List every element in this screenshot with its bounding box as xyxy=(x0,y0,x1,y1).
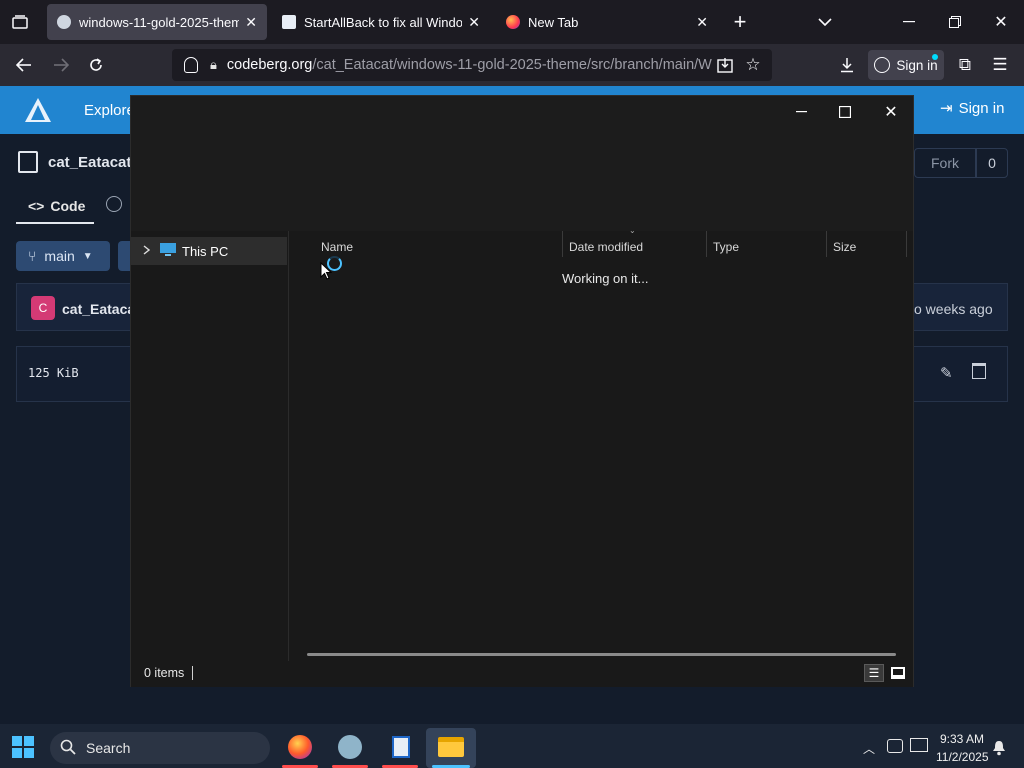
details-view-icon[interactable]: ☰ xyxy=(864,664,884,682)
explore-link[interactable]: Explore xyxy=(84,102,135,119)
browser-tab-bar: windows-11-gold-2025-theme/ ✕ StartAllBa… xyxy=(0,0,1024,44)
close-tab-icon[interactable]: ✕ xyxy=(696,14,708,31)
close-tab-icon[interactable]: ✕ xyxy=(468,14,480,31)
back-arrow-icon[interactable] xyxy=(9,50,39,80)
column-header-type[interactable]: Type xyxy=(713,236,739,258)
firefox-taskbar-icon[interactable] xyxy=(288,735,312,759)
column-header-name[interactable]: Name xyxy=(321,236,353,258)
clock-time[interactable]: 9:33 AM xyxy=(936,732,984,746)
list-all-tabs-chevron-icon[interactable] xyxy=(802,0,848,44)
branch-selector[interactable]: ⑂ main ▼ xyxy=(16,241,110,271)
column-divider[interactable] xyxy=(906,231,907,257)
tab-code[interactable]: <> Code xyxy=(16,190,94,224)
dialog-close-icon[interactable]: ✕ xyxy=(879,100,903,124)
taskbar-search-box[interactable]: Search xyxy=(50,732,270,764)
notification-dot-icon xyxy=(932,54,938,60)
close-window-icon[interactable]: ✕ xyxy=(978,0,1024,44)
tracking-shield-icon[interactable] xyxy=(184,57,198,73)
restore-window-icon[interactable] xyxy=(932,0,978,44)
repo-icon xyxy=(18,151,38,173)
computer-icon xyxy=(160,242,176,260)
close-tab-icon[interactable]: ✕ xyxy=(245,14,257,31)
column-divider[interactable] xyxy=(826,231,827,257)
code-icon: <> xyxy=(28,198,45,214)
start-windows-icon[interactable] xyxy=(12,736,34,758)
install-page-icon[interactable] xyxy=(710,50,740,80)
tab-list-icon[interactable] xyxy=(5,7,35,37)
repo-owner-link[interactable]: cat_Eatacat xyxy=(48,154,131,171)
dialog-title-area: ✕ xyxy=(131,96,913,231)
delete-trash-icon[interactable] xyxy=(972,363,986,379)
horizontal-scrollbar[interactable] xyxy=(307,653,896,656)
reload-icon[interactable] xyxy=(81,50,111,80)
edit-pencil-icon[interactable]: ✎ xyxy=(940,364,953,382)
avatar[interactable]: C xyxy=(31,296,55,320)
file-explorer-dialog: ✕ This PC Name Date modified ⌄ Type Size… xyxy=(130,95,914,687)
show-hidden-icons-chevron-icon[interactable]: ︿ xyxy=(863,740,875,757)
branch-icon: ⑂ xyxy=(28,248,37,264)
dropdown-caret-icon: ▼ xyxy=(82,250,93,262)
minimize-window-icon[interactable] xyxy=(886,0,932,44)
network-icon[interactable] xyxy=(887,739,903,753)
status-message: Working on it... xyxy=(562,271,649,286)
display-icon[interactable] xyxy=(910,738,928,752)
column-divider[interactable] xyxy=(706,231,707,257)
tab-startallback[interactable]: StartAllBack to fix all Windows ✕ xyxy=(272,4,490,40)
search-icon xyxy=(60,739,76,758)
account-icon xyxy=(874,57,891,73)
paint-palette-taskbar-icon[interactable] xyxy=(338,735,362,759)
column-header-date-modified[interactable]: Date modified xyxy=(569,236,643,258)
tab-new-tab[interactable]: New Tab ✕ xyxy=(496,4,718,40)
status-divider xyxy=(192,666,193,680)
account-sign-in-button[interactable]: Sign in xyxy=(868,50,944,80)
clock-date[interactable]: 11/2/2025 xyxy=(936,750,989,764)
folder-icon xyxy=(438,737,464,757)
dialog-minimize-icon[interactable] xyxy=(789,100,813,124)
downloads-icon[interactable] xyxy=(832,50,862,80)
codeberg-sign-in-link[interactable]: ⇥ Sign in xyxy=(940,99,1004,118)
notification-bell-icon[interactable] xyxy=(992,740,1006,759)
forward-arrow-icon[interactable] xyxy=(46,50,76,80)
file-size: 125 KiB xyxy=(28,366,79,380)
codeberg-favicon-icon xyxy=(57,15,71,29)
commit-time: o weeks ago xyxy=(914,301,993,317)
fork-count: 0 xyxy=(976,148,1008,178)
issues-icon[interactable] xyxy=(106,196,122,212)
large-icons-view-icon[interactable] xyxy=(888,664,908,682)
new-tab-plus-icon[interactable]: + xyxy=(717,0,763,44)
dialog-status-bar: 0 items ☰ xyxy=(131,661,913,687)
document-favicon-icon xyxy=(282,15,296,29)
firefox-favicon-icon xyxy=(506,15,520,29)
column-divider[interactable] xyxy=(562,231,563,257)
lock-icon[interactable]: 🔒︎ xyxy=(210,57,217,73)
menu-hamburger-icon[interactable]: ☰ xyxy=(985,50,1015,80)
tree-item-this-pc[interactable]: This PC xyxy=(131,237,287,265)
codeberg-logo-icon[interactable] xyxy=(23,95,53,125)
address-bar[interactable]: 🔒︎ codeberg.org/cat_Eatacat/windows-11-g… xyxy=(172,49,772,81)
sort-caret-icon: ⌄ xyxy=(629,226,636,235)
commit-author[interactable]: cat_Eatacat xyxy=(62,301,140,317)
tab-windows-11-gold[interactable]: windows-11-gold-2025-theme/ ✕ xyxy=(47,4,267,40)
item-count: 0 items xyxy=(144,666,185,680)
navigation-pane: This PC xyxy=(131,231,289,661)
sign-in-icon: ⇥ xyxy=(940,100,953,117)
mouse-pointer-icon xyxy=(320,261,333,285)
document-app-taskbar-icon[interactable] xyxy=(392,736,410,758)
column-header-size[interactable]: Size xyxy=(833,236,856,258)
bookmark-star-icon[interactable]: ☆ xyxy=(738,50,768,80)
expand-chevron-icon[interactable] xyxy=(143,244,151,258)
extensions-icon[interactable]: ⧉ xyxy=(950,50,980,80)
fork-button[interactable]: Fork xyxy=(914,148,976,178)
dialog-maximize-icon[interactable] xyxy=(833,100,857,124)
